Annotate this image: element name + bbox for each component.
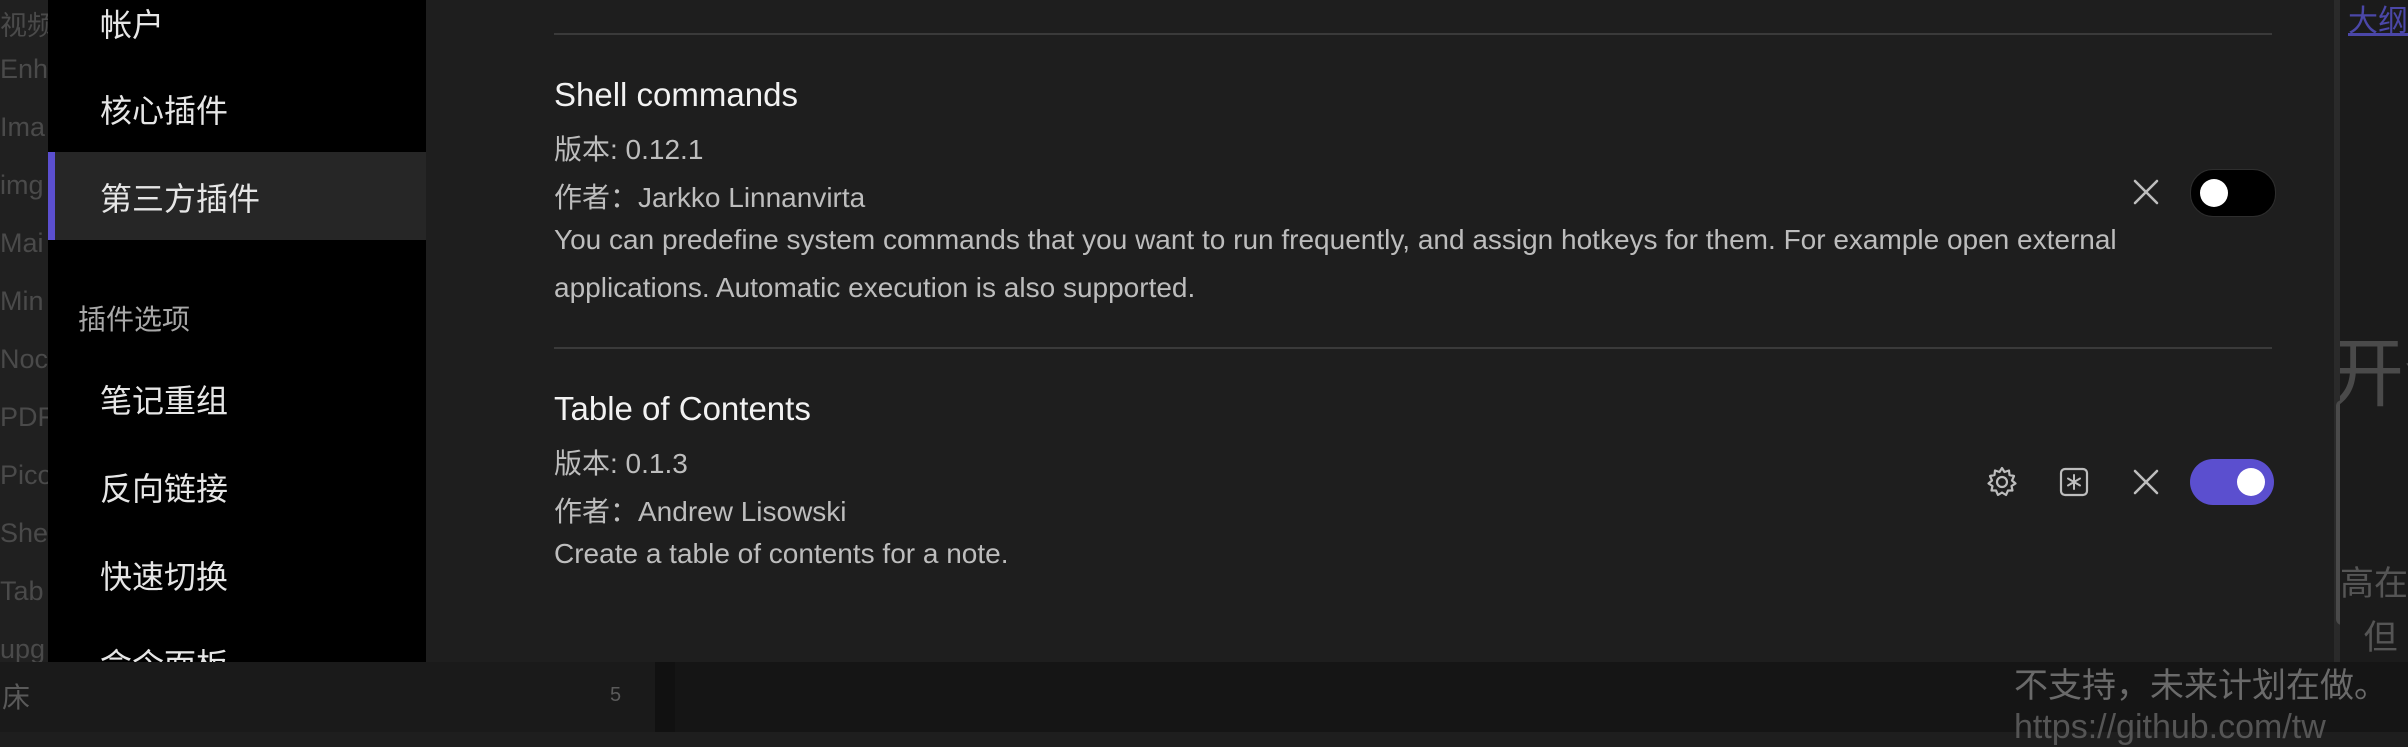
bg-text-line: 高在 [2340, 565, 2408, 603]
close-icon [2133, 469, 2159, 495]
bg-file-item: Tab [0, 576, 44, 606]
plugin-name: Shell commands [554, 76, 798, 113]
plugin-description: You can predefine system commands that y… [554, 224, 2117, 303]
toggle-knob [2237, 468, 2265, 496]
bg-file-count: 5 [610, 684, 622, 706]
close-icon [2133, 179, 2159, 205]
bg-file-item: Mai [0, 228, 44, 258]
divider [554, 347, 2272, 349]
bg-file-item: Pico [0, 460, 53, 490]
plugin-enable-toggle[interactable] [2190, 459, 2274, 505]
plugin-author: 作者：Jarkko Linnanvirta [554, 182, 866, 213]
sidebar-item-core-plugins[interactable]: 核心插件 [100, 86, 228, 132]
background-file-row: 床 5 [0, 662, 655, 732]
plugin-settings-button[interactable] [1982, 462, 2022, 502]
bg-file-item: Noc [0, 344, 49, 374]
bg-file-item: PDF [0, 402, 54, 432]
sidebar-item-command-palette[interactable]: 命令面板 [100, 640, 228, 662]
sidebar-item-account[interactable]: 帐户 [100, 0, 164, 46]
bg-file-item: Enh [0, 54, 49, 84]
bg-file-item: img [0, 170, 44, 200]
uninstall-button[interactable] [2126, 462, 2166, 502]
bg-file-item: Ima [0, 112, 46, 142]
plugin-options-heading: 插件选项 [78, 304, 191, 335]
settings-modal: 帐户 核心插件 第三方插件 插件选项 笔记重组 反向链接 快速切换 命令面板 S… [48, 0, 2340, 662]
bg-file-item: 视频 [0, 11, 54, 41]
uninstall-button[interactable] [2126, 172, 2166, 212]
scrollbar-thumb[interactable] [2336, 400, 2340, 625]
plugin-author: 作者：Andrew Lisowski [554, 496, 847, 527]
plugin-description: Create a table of contents for a note. [554, 538, 1009, 569]
sidebar-item-backlinks[interactable]: 反向链接 [100, 464, 228, 510]
bg-text-line: https://github.com/tw [2014, 708, 2326, 746]
bg-link: 大纲 [2348, 5, 2408, 38]
sidebar-item-quick-switcher[interactable]: 快速切换 [100, 552, 228, 598]
plugin-version: 版本: 0.1.3 [554, 448, 688, 479]
plugin-enable-toggle[interactable] [2190, 169, 2276, 217]
plugin-list: Shell commands 版本: 0.12.1 作者：Jarkko Linn… [446, 0, 2340, 662]
divider [554, 33, 2272, 35]
sidebar-item-label: 第三方插件 [100, 181, 261, 217]
plugin-hotkeys-button[interactable] [2054, 462, 2094, 502]
bg-file-item: upg [0, 634, 46, 664]
plugin-version: 版本: 0.12.1 [554, 134, 704, 165]
plugin-name: Table of Contents [554, 390, 811, 427]
bg-file-item: Min [0, 286, 44, 316]
toggle-knob [2200, 179, 2228, 207]
bg-text-line: 不支持，未来计划在做。 [2014, 667, 2388, 705]
sidebar-item-note-refactor[interactable]: 笔记重组 [100, 376, 228, 422]
settings-sidebar: 帐户 核心插件 第三方插件 插件选项 笔记重组 反向链接 快速切换 命令面板 [48, 0, 426, 662]
gear-icon [1987, 466, 2017, 497]
bg-heading: 开介 [2328, 332, 2408, 417]
hotkey-icon [2059, 467, 2089, 497]
sidebar-item-community-plugins[interactable]: 第三方插件 [48, 152, 426, 240]
bg-file-name: 床 [2, 682, 31, 713]
bg-file-item: She [0, 518, 49, 548]
